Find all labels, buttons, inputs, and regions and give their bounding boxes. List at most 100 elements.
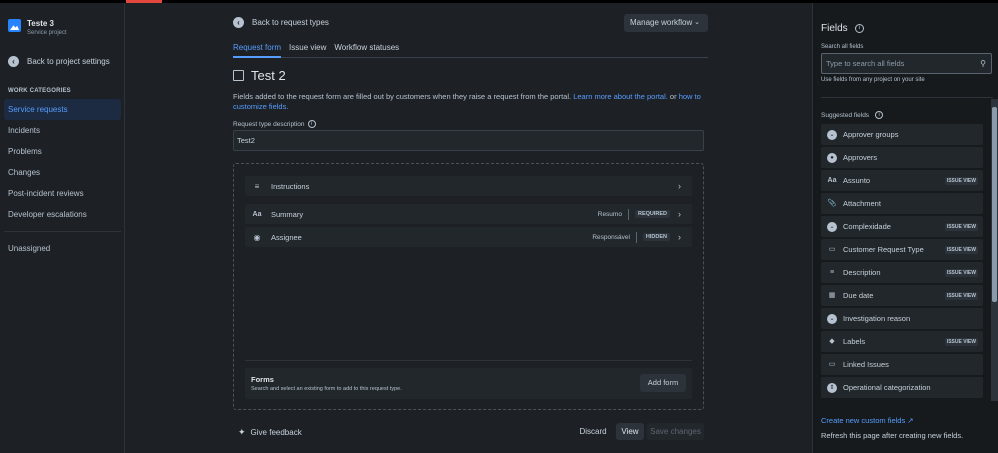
discard-button[interactable]: Discard — [577, 423, 609, 440]
search-help-text: Use fields from any project on your site — [821, 77, 925, 83]
create-custom-fields-link[interactable]: Create new custom fields ↗ — [821, 416, 914, 425]
project-header[interactable]: Teste 3 Service project — [8, 19, 67, 38]
refresh-hint: Refresh this page after creating new fie… — [821, 431, 964, 440]
project-name: Teste 3 — [27, 19, 54, 28]
request-type-description-field[interactable]: Test2 — [233, 130, 704, 151]
folder-icon: ▭ — [828, 245, 836, 253]
field-portal-name: Resumo — [597, 210, 622, 218]
field-row-summary[interactable]: Aa Summary Resumo REQUIRED › — [245, 204, 692, 224]
search-icon: ⚲ — [980, 59, 986, 68]
scrollbar-thumb[interactable] — [992, 107, 997, 302]
divider — [635, 231, 637, 243]
field-name: Summary — [271, 209, 304, 219]
fields-panel-title: Fields i — [821, 23, 864, 34]
suggested-field-labels[interactable]: ◆ Labels ISSUE VIEW — [821, 331, 983, 352]
arrow-left-icon: ‹ — [233, 17, 244, 28]
divider — [627, 208, 629, 220]
issue-view-badge: ISSUE VIEW — [944, 245, 978, 254]
sidebar-item-developer-escalations[interactable]: Developer escalations — [4, 204, 121, 225]
forms-section: Forms Search and select an existing form… — [245, 368, 692, 399]
field-row-instructions[interactable]: ≡ Instructions › — [245, 176, 692, 196]
sidebar-item-problems[interactable]: Problems — [4, 141, 121, 162]
field-row-assignee[interactable]: ◉ Assignee Responsável HIDDEN › — [245, 227, 692, 247]
select-list-icon: ⌄ — [827, 129, 837, 140]
field-name: Attachment — [843, 199, 881, 208]
save-changes-button[interactable]: Save changes — [647, 423, 704, 440]
info-icon[interactable]: i — [854, 24, 864, 33]
suggested-field-linked-issues[interactable]: ▭ Linked Issues — [821, 354, 983, 375]
suggested-field-approver-groups[interactable]: ⌄ Approver groups — [821, 124, 983, 145]
search-placeholder: Type to search all fields — [826, 59, 905, 68]
calendar-icon: ▦ — [828, 291, 836, 299]
project-avatar-icon — [8, 19, 21, 32]
suggested-fields-heading: Suggested fields i — [821, 111, 884, 119]
external-link-icon: ↗ — [907, 416, 914, 425]
suggested-field-approvers[interactable]: ● Approvers — [821, 147, 983, 168]
user-icon: ● — [827, 152, 837, 163]
project-type: Service project — [27, 30, 67, 36]
back-to-request-types-link[interactable]: ‹ Back to request types — [233, 17, 329, 28]
fields-scrollbar[interactable] — [991, 99, 998, 401]
suggested-field-attachment[interactable]: 📎 Attachment — [821, 193, 983, 214]
request-type-icon[interactable] — [233, 70, 244, 81]
megaphone-icon: ✦ — [238, 427, 246, 437]
fields-panel: Fields i Search all fields Type to searc… — [812, 3, 998, 453]
suggested-field-investigation-reason[interactable]: ⌄ Investigation reason — [821, 308, 983, 329]
field-name: Due date — [843, 291, 874, 300]
suggested-field-customer-request-type[interactable]: ▭ Customer Request Type ISSUE VIEW — [821, 239, 983, 260]
rtd-label-text: Request type description — [233, 120, 305, 128]
user-icon: ◉ — [253, 232, 261, 242]
give-feedback-button[interactable]: ✦ Give feedback — [238, 427, 302, 438]
suggested-field-description[interactable]: ≡ Description ISSUE VIEW — [821, 262, 983, 283]
field-name: Assignee — [271, 232, 302, 242]
main-content: ‹ Back to request types Manage workflow … — [126, 3, 811, 453]
manage-workflow-button[interactable]: Manage workflow ⌄ — [624, 14, 708, 32]
select-list-icon: ⌄ — [827, 313, 837, 324]
suggested-field-operational-categorization[interactable]: ⇕ Operational categorization — [821, 377, 983, 398]
sidebar-item-post-incident-reviews[interactable]: Post-incident reviews — [4, 183, 121, 204]
add-form-button[interactable]: Add form — [640, 374, 686, 392]
chevron-down-icon: ⌄ — [694, 19, 700, 26]
request-title[interactable]: Test 2 — [251, 68, 286, 83]
search-fields-input[interactable]: Type to search all fields ⚲ — [821, 53, 992, 74]
field-name: Approvers — [843, 153, 878, 162]
select-list-icon: ⌄ — [827, 221, 837, 232]
sidebar-item-service-requests[interactable]: Service requests — [4, 99, 121, 120]
tag-icon: ◆ — [829, 337, 835, 345]
learn-more-portal-link[interactable]: Learn more about the portal. — [573, 92, 668, 101]
chevron-right-icon: › — [678, 209, 681, 219]
hidden-badge: HIDDEN — [642, 233, 670, 241]
text-lines-icon: ≡ — [829, 268, 835, 276]
field-name: Description — [843, 268, 881, 277]
view-button[interactable]: View — [616, 423, 644, 440]
suggested-field-complexidade[interactable]: ⌄ Complexidade ISSUE VIEW — [821, 216, 983, 237]
sidebar-item-changes[interactable]: Changes — [4, 162, 121, 183]
create-link-label: Create new custom fields — [821, 416, 906, 425]
info-icon[interactable]: i — [307, 120, 316, 128]
sidebar-item-unassigned[interactable]: Unassigned — [4, 238, 121, 259]
folder-icon: ▭ — [828, 360, 836, 368]
give-feedback-label: Give feedback — [250, 428, 302, 437]
suggested-field-assunto[interactable]: Aa Assunto ISSUE VIEW — [821, 170, 983, 191]
work-categories-heading: WORK CATEGORIES — [8, 88, 71, 94]
text-field-icon: Aa — [827, 176, 837, 184]
request-type-description-label: Request type description i — [233, 120, 316, 128]
back-to-settings-link[interactable]: ‹ Back to project settings — [8, 56, 110, 67]
search-fields-label: Search all fields — [821, 44, 864, 50]
info-icon[interactable]: i — [875, 111, 884, 119]
tab-issue-view[interactable]: Issue view — [289, 43, 326, 58]
back-to-request-types-label: Back to request types — [252, 18, 329, 27]
forms-subtitle: Search and select an existing form to ad… — [251, 386, 402, 392]
chevron-right-icon: › — [678, 181, 681, 191]
manage-workflow-label: Manage workflow — [630, 18, 693, 27]
suggested-fields-list: ⌄ Approver groups ● Approvers Aa Assunto ISS… — [821, 124, 983, 400]
suggested-field-due-date[interactable]: ▦ Due date ISSUE VIEW — [821, 285, 983, 306]
panel-divider — [821, 97, 993, 98]
description-text: Fields added to the request form are fil… — [233, 92, 574, 101]
suggested-label: Suggested fields — [821, 111, 870, 119]
field-name: Approver groups — [843, 130, 899, 139]
tab-request-form[interactable]: Request form — [233, 43, 282, 58]
tab-workflow-statuses[interactable]: Workflow statuses — [334, 43, 399, 58]
sidebar-item-incidents[interactable]: Incidents — [4, 120, 121, 141]
field-name: Labels — [843, 337, 866, 346]
